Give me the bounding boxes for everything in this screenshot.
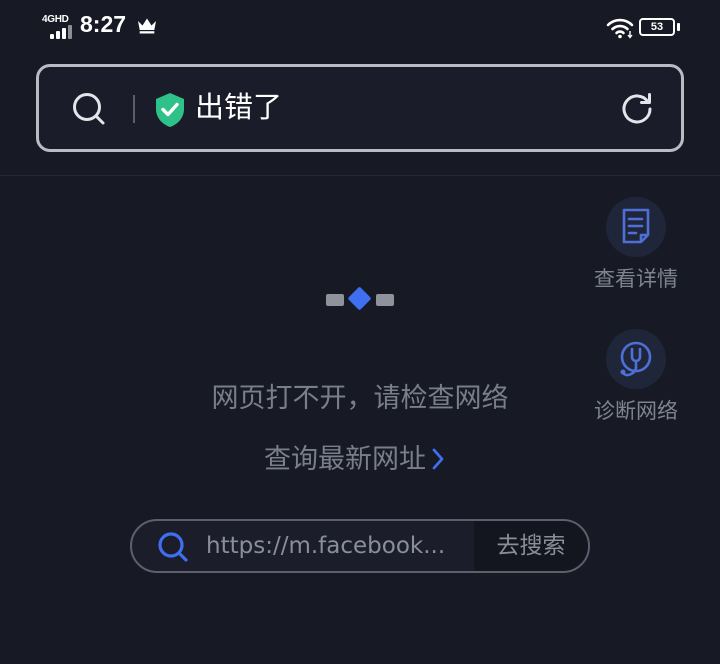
- address-divider: [133, 95, 135, 123]
- loading-indicator: [326, 286, 396, 312]
- battery-icon: 53: [639, 18, 675, 36]
- chevron-right-icon[interactable]: [430, 447, 446, 471]
- loading-dot-right: [376, 294, 394, 306]
- address-bar[interactable]: 出错了: [36, 64, 684, 152]
- search-icon: [158, 532, 188, 562]
- search-input[interactable]: [206, 529, 470, 563]
- network-type-label: 4GHD: [42, 14, 69, 25]
- wifi-icon: [606, 18, 634, 39]
- status-bar: 4GHD 8:27 53: [0, 0, 720, 56]
- search-box[interactable]: 去搜索: [130, 519, 590, 573]
- document-icon: [622, 208, 650, 244]
- signal-indicator: 4GHD: [42, 14, 76, 40]
- shield-check-icon: [156, 93, 184, 127]
- search-icon[interactable]: [71, 91, 107, 127]
- refresh-icon[interactable]: [619, 91, 655, 127]
- header-separator: [0, 175, 720, 176]
- error-message: 网页打不开，请检查网络: [211, 383, 509, 414]
- find-latest-url-link[interactable]: 查询最新网址: [264, 440, 446, 480]
- view-details-button[interactable]: 查看详情: [588, 197, 684, 293]
- search-button[interactable]: 去搜索: [474, 521, 588, 571]
- address-text[interactable]: 出错了: [195, 87, 282, 127]
- battery-tip: [677, 23, 680, 31]
- crown-icon: [138, 18, 156, 34]
- loading-diamond: [347, 286, 372, 311]
- battery-level: 53: [650, 21, 664, 33]
- clock: 8:27: [80, 11, 127, 37]
- loading-dot-left: [326, 294, 344, 306]
- view-details-icon-circle[interactable]: [606, 197, 666, 257]
- find-latest-url-label[interactable]: 查询最新网址: [264, 444, 426, 475]
- view-details-label[interactable]: 查看详情: [588, 263, 684, 293]
